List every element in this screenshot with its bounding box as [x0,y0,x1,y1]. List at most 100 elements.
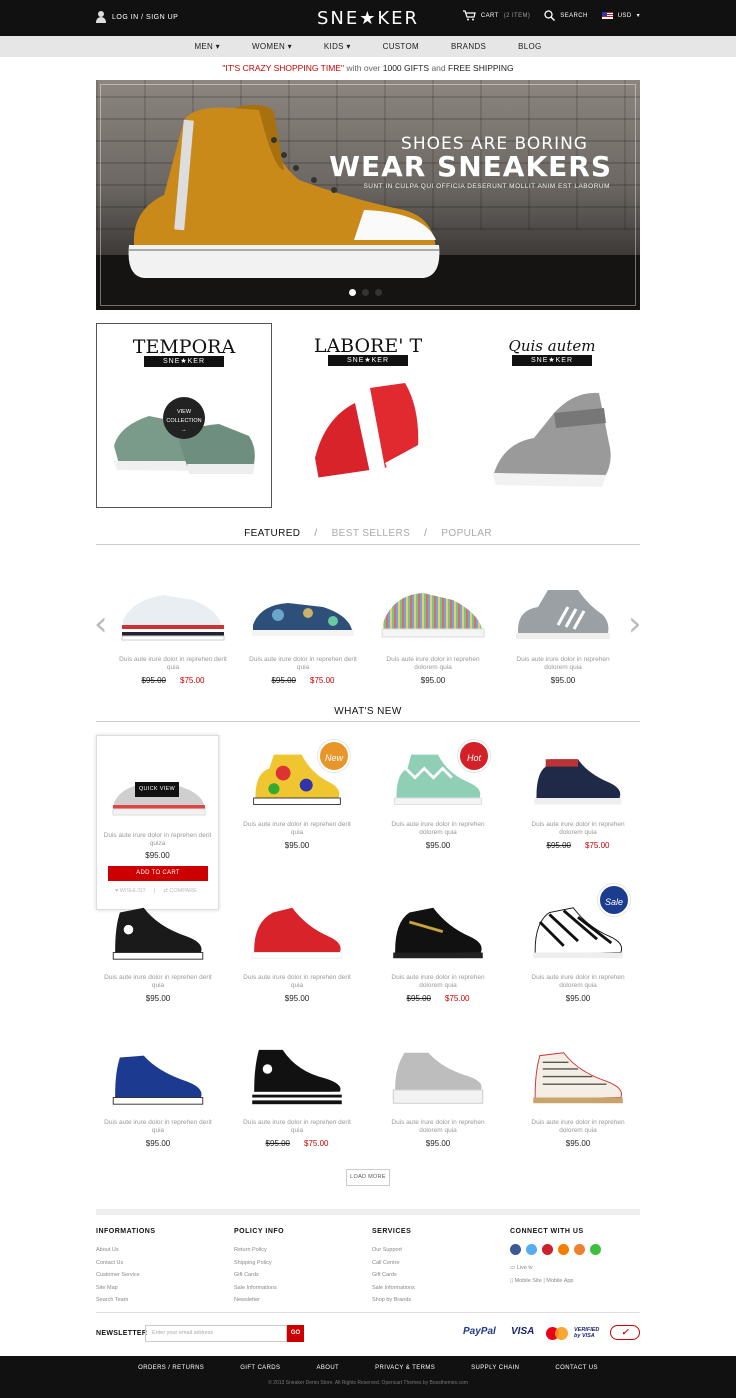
nav-brands[interactable]: BRANDS [435,36,502,57]
footer-divider [96,1209,640,1215]
newsletter-email-input[interactable]: Enter your email address [145,1325,287,1342]
bottom-link-supply-chain[interactable]: SUPPLY CHAIN [471,1365,519,1371]
bottom-link-orders[interactable]: ORDERS / RETURNS [138,1365,204,1371]
promo-text: FREE SHIPPING [448,63,514,73]
product-price: $95.00 [425,841,451,850]
product-item[interactable]: Duis aute irure dolor in reprehen derit … [103,1048,213,1148]
rss-icon[interactable] [574,1244,585,1255]
category-tag: SNE★KER [328,355,408,366]
featured-product[interactable]: Duis aute irure dolor in reprehen dolore… [508,585,618,685]
product-image [534,759,622,805]
category-title: Quis autem [508,337,596,355]
view-collection-button[interactable]: VIEW COLLECTION → [163,397,205,439]
nav-blog[interactable]: BLOG [502,36,557,57]
chat-icon[interactable] [590,1244,601,1255]
footer-link[interactable]: Gift Cards [372,1269,415,1282]
add-to-cart-button[interactable]: ADD TO CART [108,866,208,881]
slider-dot[interactable] [375,289,382,296]
category-labore[interactable]: LABORE' T SNE★KER [280,323,456,508]
category-title: LABORE' T [313,335,423,357]
badge-sale: Sale [598,884,630,916]
featured-product[interactable]: Duis aute irure dolor in reprehen dolore… [378,585,488,685]
cart-link[interactable]: CART (2 ITEM) [462,10,530,21]
live-tv-link[interactable]: ▭ Live tv [510,1262,601,1275]
product-price: $95.00 [145,851,170,860]
footer-link[interactable]: Newsletter [234,1294,284,1307]
hero-slider[interactable]: SHOES ARE BORING WEAR SNEAKERS SUNT IN C… [96,80,640,310]
product-price: $95.00 [420,676,446,685]
product-description: Duis aute irure dolor in reprehen derit … [243,821,351,836]
mobile-app-link[interactable]: Mobile App [546,1278,573,1284]
slider-dot[interactable] [349,289,356,296]
mastercard-circle [555,1327,568,1340]
footer-link[interactable]: Site Map [96,1282,156,1295]
nav-women[interactable]: WOMEN ▾ [236,36,308,57]
slider-dot[interactable] [362,289,369,296]
product-item[interactable]: Duis aute irure dolor in reprehen derit … [242,1048,352,1148]
product-item[interactable]: Duis aute irure dolor in reprehen derit … [242,903,352,1003]
mobile-site-link[interactable]: Mobile Site [515,1278,542,1284]
bottom-link-contact[interactable]: CONTACT US [555,1365,597,1371]
carousel-prev-arrow[interactable]: ‹ [94,607,108,641]
tab-featured[interactable]: FEATURED [244,528,300,544]
facebook-icon[interactable] [510,1244,521,1255]
footer-link[interactable]: Shop by Brands [372,1294,415,1307]
bottom-link-about[interactable]: ABOUT [316,1365,339,1371]
compare-icon: ⇄ [163,888,168,894]
twitter-icon[interactable] [526,1244,537,1255]
category-quis-autem[interactable]: Quis autem SNE★KER [464,323,640,508]
product-image [251,907,343,959]
product-description: Duis aute irure dolor in reprehen derit … [243,1119,351,1134]
slider-dots [349,289,382,296]
section-title-whats-new: WHAT'S NEW [96,706,640,722]
footer-link[interactable]: Contact Us [96,1257,156,1270]
currency-select[interactable]: USD ▾ [601,12,640,19]
arrow-right-icon: → [181,427,187,433]
wishlist-link[interactable]: ♥ WISHLIST [115,888,146,894]
footer-link[interactable]: Sale Informations [372,1282,415,1295]
bottom-link-privacy[interactable]: PRIVACY & TERMS [375,1365,435,1371]
footer-link[interactable]: Customer Service [96,1269,156,1282]
tab-best-sellers[interactable]: BEST SELLERS [332,528,411,544]
newsletter-go-button[interactable]: GO [287,1325,304,1342]
footer-link[interactable]: Gift Cards [234,1269,284,1282]
divider: | [543,1277,545,1284]
bottom-nav: ORDERS / RETURNS GIFT CARDS ABOUT PRIVAC… [0,1365,736,1371]
load-more-button[interactable]: LOAD MORE [346,1169,390,1186]
footer-link[interactable]: Return Policy [234,1244,284,1257]
footer-link[interactable]: Our Support [372,1244,415,1257]
product-item[interactable]: Duis aute irure dolor in reprehen dolore… [523,1048,633,1148]
product-item[interactable]: Duis aute irure dolor in reprehen derit … [103,903,213,1003]
footer-link[interactable]: Call Centre [372,1257,415,1270]
compare-link[interactable]: ⇄ COMPARE [163,888,197,894]
sale-price: $75.00 [310,676,335,685]
footer-link[interactable]: About Us [96,1244,156,1257]
nav-kids[interactable]: KIDS ▾ [308,36,367,57]
product-card-hover[interactable]: QUICK VIEW Duis aute irure dolor in repr… [96,735,219,910]
featured-product[interactable]: Duis aute irure dolor in reprehen derit … [248,585,358,685]
blogger-icon[interactable] [558,1244,569,1255]
category-tempora[interactable]: TEMPORA SNE★KER VIEW COLLECTION → [96,323,272,508]
bottom-link-gift-cards[interactable]: GIFT CARDS [240,1365,280,1371]
product-item[interactable]: Duis aute irure dolor in reprehen dolore… [383,1048,493,1148]
tab-popular[interactable]: POPULAR [441,528,492,544]
pinterest-icon[interactable] [542,1244,553,1255]
sale-price: $75.00 [585,841,610,850]
us-flag-icon [601,12,613,19]
search-label: SEARCH [560,12,588,19]
product-item[interactable]: Duis aute irure dolor in reprehen dolore… [523,903,633,1003]
product-description: Duis aute irure dolor in reprehen derit … [103,832,212,847]
product-item[interactable]: Duis aute irure dolor in reprehen dolore… [383,903,493,1003]
footer-link[interactable]: Shipping Policy [234,1257,284,1270]
old-price: $95.00 [141,676,166,685]
footer-link[interactable]: Sale Informations [234,1282,284,1295]
product-item[interactable]: Duis aute irure dolor in reprehen dolore… [523,750,633,850]
nav-custom[interactable]: CUSTOM [367,36,435,57]
featured-product[interactable]: Duis aute irure dolor in reprehen derit … [118,585,228,685]
carousel-next-arrow[interactable]: › [628,607,642,641]
quick-view-button[interactable]: QUICK VIEW [135,782,179,797]
search-link[interactable]: SEARCH [544,10,587,21]
nav-men[interactable]: MEN ▾ [178,36,236,57]
footer-link[interactable]: Search Team [96,1294,156,1307]
product-price: $95.00 [284,994,310,1003]
